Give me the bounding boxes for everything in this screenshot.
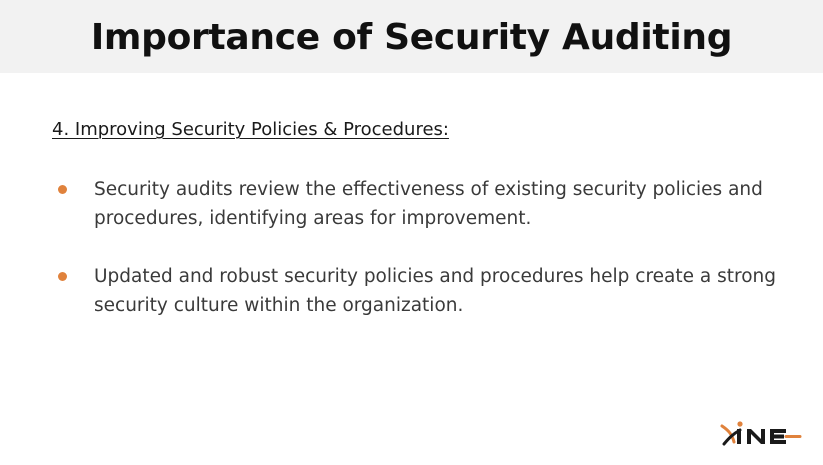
bullet-dot-icon xyxy=(58,272,67,281)
section-heading: 4. Improving Security Policies & Procedu… xyxy=(52,119,449,140)
ine-logo-icon xyxy=(720,420,802,448)
bullet-list: Security audits review the effectiveness… xyxy=(56,175,796,349)
bullet-dot-icon xyxy=(58,185,67,194)
bullet-item: Security audits review the effectiveness… xyxy=(56,175,796,233)
bullet-text: Security audits review the effectiveness… xyxy=(94,179,763,229)
slide-header: Importance of Security Auditing xyxy=(0,0,823,73)
slide-title: Importance of Security Auditing xyxy=(90,16,733,58)
bullet-item: Updated and robust security policies and… xyxy=(56,262,796,320)
bullet-text: Updated and robust security policies and… xyxy=(94,266,777,316)
